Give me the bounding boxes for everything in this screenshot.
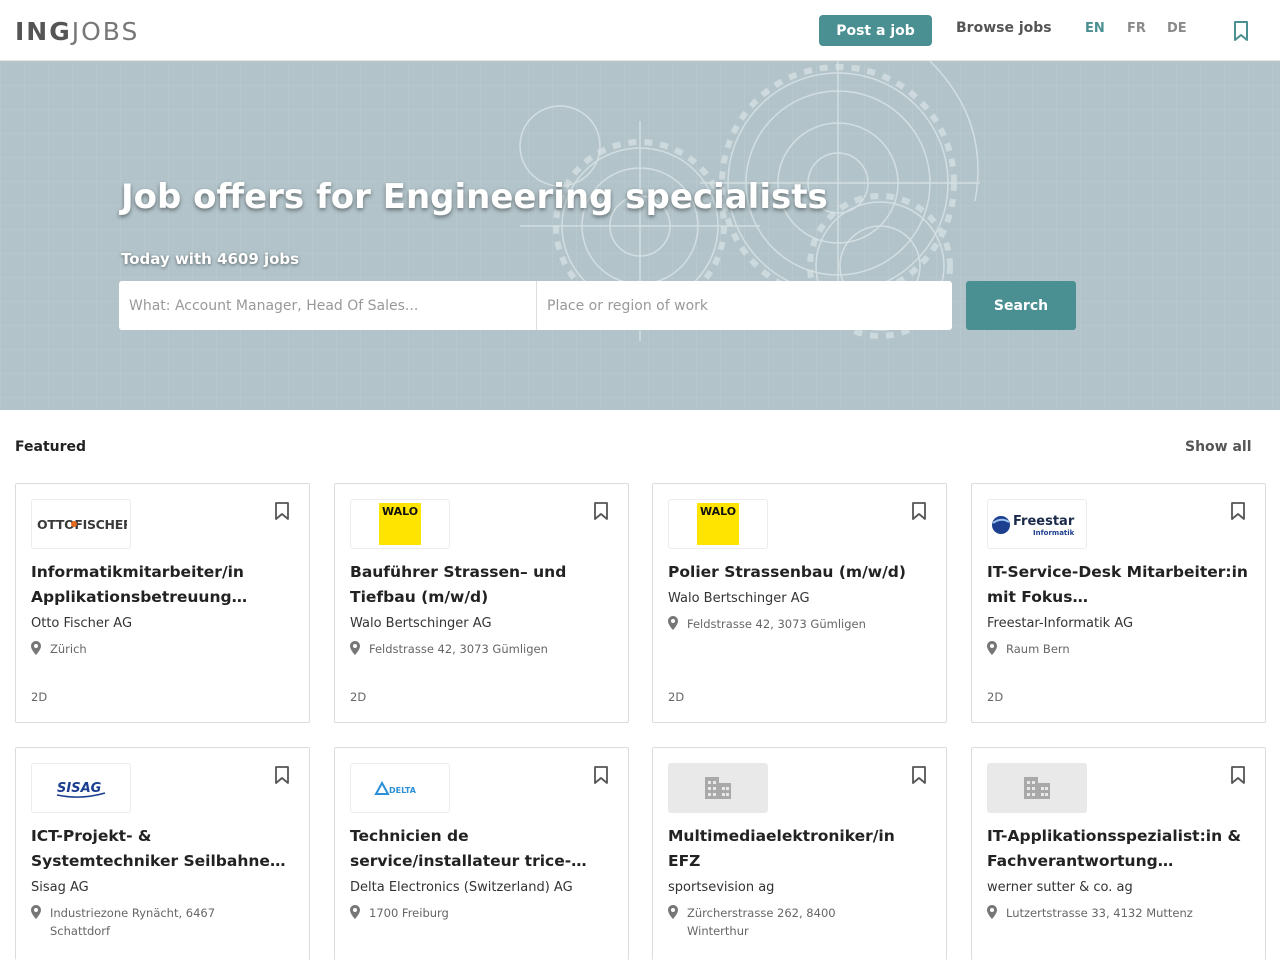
job-title[interactable]: IT-Service-Desk Mitarbeiter:in mit Fokus… <box>987 560 1249 610</box>
site-header: INGJOBS Post a job Browse jobs EN FR DE <box>0 0 1280 61</box>
logo-text: Freestar <box>1013 514 1075 529</box>
site-logo[interactable]: INGJOBS <box>15 17 139 47</box>
job-location: Raum Bern <box>987 640 1070 658</box>
logo-text: OTTOFISCHER <box>37 517 127 532</box>
location-text: Zürich <box>50 642 87 656</box>
featured-heading: Featured <box>15 439 87 455</box>
company-logo: SISAG <box>31 763 131 813</box>
logo-text-jobs: JOBS <box>71 17 140 46</box>
hero-title: Job offers for Engineering specialists <box>121 177 828 217</box>
job-location: Lutzertstrasse 33, 4132 Muttenz <box>987 904 1193 922</box>
hero-banner: Job offers for Engineering specialists T… <box>0 61 1280 410</box>
posted-date: 2D <box>668 690 685 704</box>
lang-de[interactable]: DE <box>1167 21 1187 36</box>
job-card[interactable]: DELTA Technicien de service/installateur… <box>334 747 629 960</box>
job-card[interactable]: Multimediaelektroniker/in EFZ sportsevis… <box>652 747 947 960</box>
job-title[interactable]: IT-Applikationsspezialist:in & Fachveran… <box>987 824 1249 874</box>
job-location: Industriezone Rynächt, 6467 Schattdorf <box>31 904 261 940</box>
walo-logo: WALO <box>379 503 421 545</box>
company-logo: OTTOFISCHER <box>31 499 131 549</box>
posted-date: 2D <box>987 690 1004 704</box>
building-icon <box>705 777 731 799</box>
company-name: Walo Bertschinger AG <box>350 616 492 631</box>
search-form <box>119 281 952 330</box>
bookmark-icon[interactable] <box>593 501 609 521</box>
company-logo: WALO <box>350 499 450 549</box>
company-name: Freestar-Informatik AG <box>987 616 1134 631</box>
job-title[interactable]: Bauführer Strassen– und Tiefbau (m/w/d) <box>350 560 612 610</box>
company-logo: DELTA <box>350 763 450 813</box>
location-pin-icon <box>668 905 678 919</box>
bookmark-icon[interactable] <box>911 501 927 521</box>
bookmark-icon[interactable] <box>1230 501 1246 521</box>
logo-text: SISAG <box>57 781 102 796</box>
job-title[interactable]: Informatikmitarbeiter/in Applikationsbet… <box>31 560 293 610</box>
show-all-link[interactable]: Show all <box>1185 439 1252 455</box>
bookmark-icon[interactable] <box>1230 765 1246 785</box>
hero-gear-illustration <box>0 61 1280 410</box>
bookmark-icon[interactable] <box>593 765 609 785</box>
browse-jobs-link[interactable]: Browse jobs <box>956 20 1052 36</box>
company-logo-placeholder <box>987 763 1087 813</box>
building-icon <box>1024 777 1050 799</box>
location-pin-icon <box>350 641 360 655</box>
location-text: Feldstrasse 42, 3073 Gümligen <box>687 617 866 631</box>
company-logo: Freestar Informatik <box>987 499 1087 549</box>
search-button[interactable]: Search <box>966 281 1076 330</box>
job-location: Feldstrasse 42, 3073 Gümligen <box>668 615 866 633</box>
location-text: Industriezone Rynächt, 6467 Schattdorf <box>50 906 216 938</box>
job-title[interactable]: Polier Strassenbau (m/w/d) <box>668 560 930 585</box>
bookmark-icon[interactable] <box>1231 20 1251 42</box>
job-location: 1700 Freiburg <box>350 904 449 922</box>
job-card[interactable]: OTTOFISCHER Informatikmitarbeiter/in App… <box>15 483 310 723</box>
company-name: werner sutter & co. ag <box>987 880 1133 895</box>
location-pin-icon <box>31 905 41 919</box>
bookmark-icon[interactable] <box>274 501 290 521</box>
job-location: Zürcherstrasse 262, 8400 Winterthur <box>668 904 868 940</box>
location-pin-icon <box>987 905 997 919</box>
location-text: Zürcherstrasse 262, 8400 Winterthur <box>687 906 836 938</box>
job-card[interactable]: IT-Applikationsspezialist:in & Fachveran… <box>971 747 1266 960</box>
company-name: Sisag AG <box>31 880 89 895</box>
logo-text-ing: ING <box>15 17 72 46</box>
company-name: Walo Bertschinger AG <box>668 591 810 606</box>
lang-en[interactable]: EN <box>1085 21 1105 36</box>
job-card[interactable]: WALO Polier Strassenbau (m/w/d) Walo Ber… <box>652 483 947 723</box>
lang-fr[interactable]: FR <box>1127 21 1146 36</box>
location-text: 1700 Freiburg <box>369 906 449 920</box>
walo-logo: WALO <box>697 503 739 545</box>
location-pin-icon <box>350 905 360 919</box>
job-card[interactable]: WALO Bauführer Strassen– und Tiefbau (m/… <box>334 483 629 723</box>
job-title[interactable]: Multimediaelektroniker/in EFZ <box>668 824 930 874</box>
logo-subtext: Informatik <box>1033 529 1075 537</box>
location-pin-icon <box>31 641 41 655</box>
location-text: Raum Bern <box>1006 642 1070 656</box>
company-logo: WALO <box>668 499 768 549</box>
job-count-text: Today with 4609 jobs <box>121 250 300 268</box>
job-card[interactable]: SISAG ICT-Projekt- & Systemtechniker Sei… <box>15 747 310 960</box>
post-job-button[interactable]: Post a job <box>819 15 932 46</box>
job-location: Zürich <box>31 640 87 658</box>
posted-date: 2D <box>350 690 367 704</box>
company-logo-placeholder <box>668 763 768 813</box>
search-what-input[interactable] <box>119 281 537 330</box>
job-card[interactable]: Freestar Informatik IT-Service-Desk Mita… <box>971 483 1266 723</box>
logo-text: DELTA <box>389 786 417 795</box>
bookmark-icon[interactable] <box>911 765 927 785</box>
location-pin-icon <box>668 616 678 630</box>
job-location: Feldstrasse 42, 3073 Gümligen <box>350 640 548 658</box>
search-location-input[interactable] <box>537 281 952 330</box>
job-title[interactable]: Technicien de service/installateur trice… <box>350 824 612 874</box>
posted-date: 2D <box>31 690 48 704</box>
company-name: Otto Fischer AG <box>31 616 133 631</box>
job-title[interactable]: ICT-Projekt- & Systemtechniker Seilbahne… <box>31 824 293 874</box>
location-text: Feldstrasse 42, 3073 Gümligen <box>369 642 548 656</box>
bookmark-icon[interactable] <box>274 765 290 785</box>
company-name: Delta Electronics (Switzerland) AG <box>350 880 573 895</box>
location-text: Lutzertstrasse 33, 4132 Muttenz <box>1006 906 1193 920</box>
company-name: sportsevision ag <box>668 880 775 895</box>
location-pin-icon <box>987 641 997 655</box>
